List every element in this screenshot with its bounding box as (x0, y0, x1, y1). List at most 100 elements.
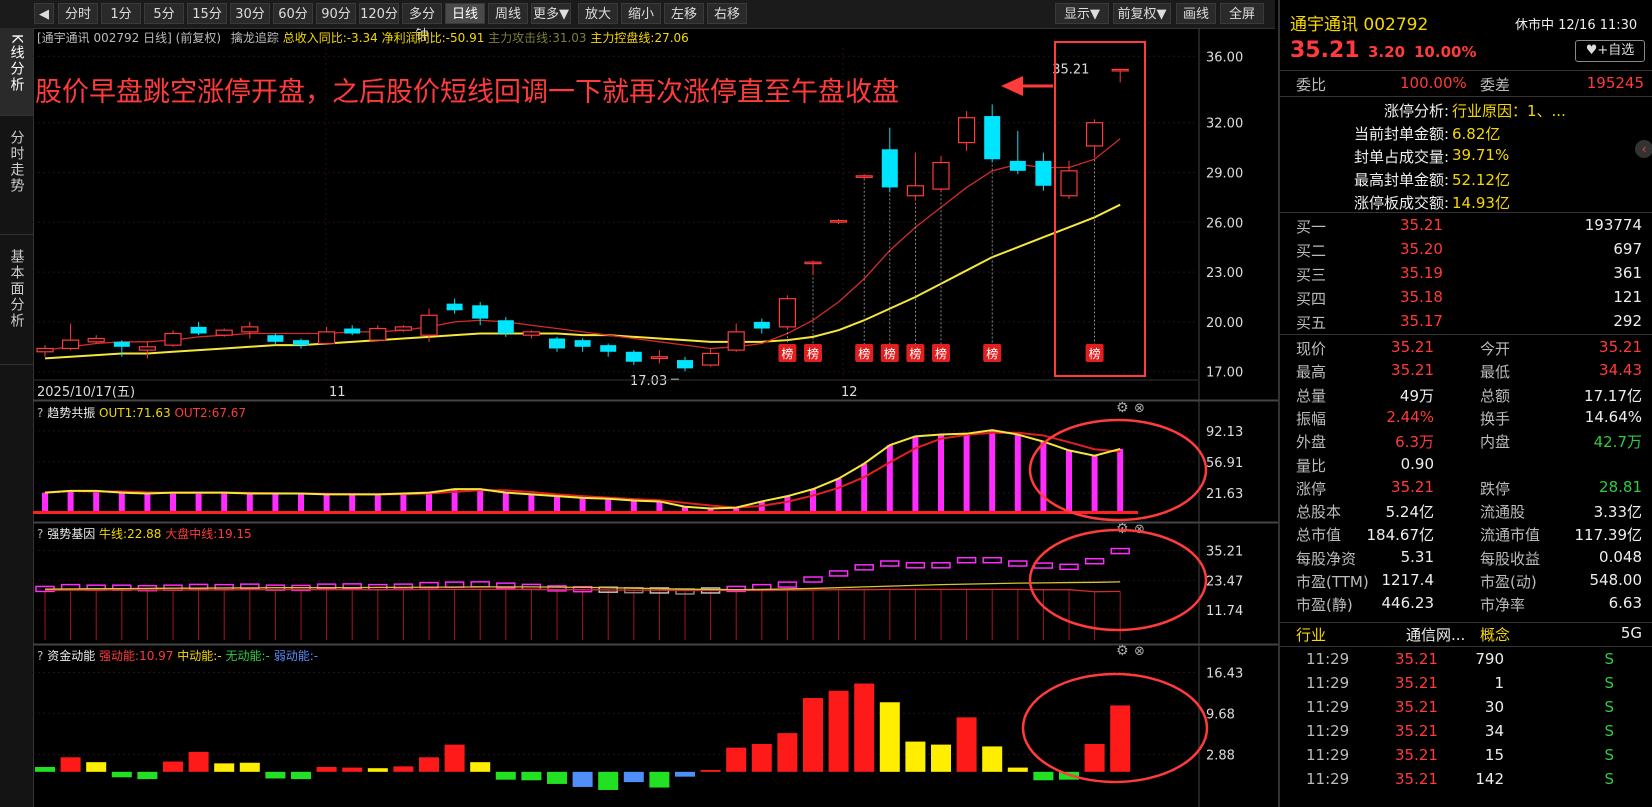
chart-action-1[interactable]: 缩小 (621, 3, 661, 24)
limit-value[interactable]: 行业原因：1、... (1452, 100, 1566, 121)
rank-tag-label: 榜 (884, 346, 896, 361)
momentum-bar (419, 757, 439, 772)
momentum-bar (751, 744, 772, 772)
quote-v1: 35.21 (1391, 477, 1434, 496)
tick-t: 11:29 (1306, 746, 1350, 764)
period-tab-1[interactable]: 1分 (101, 3, 141, 24)
quote-k2: 市净率 (1480, 596, 1526, 615)
momentum-bar (495, 771, 516, 780)
candle-body (881, 149, 898, 188)
trend-bar (323, 494, 330, 512)
tick-row: 11:29 35.21 142 S (1280, 768, 1652, 792)
period-tab-0[interactable]: 分时 (58, 3, 98, 24)
tab-fundamental-analysis[interactable]: 基本面分析 (0, 235, 33, 365)
momentum-bar (367, 768, 388, 772)
quote-k2: 每股收益 (1480, 549, 1541, 568)
chart-action-0[interactable]: 放大 (578, 3, 618, 24)
quote-k1: 量比 (1296, 456, 1327, 475)
trend-bar (502, 492, 509, 512)
chart-action-3[interactable]: 右移 (707, 3, 747, 24)
gene-box (470, 581, 490, 588)
quote-k2: 跌停 (1480, 479, 1511, 498)
candle-body (267, 335, 284, 342)
yaxis-tick-label: 2.88 (1206, 748, 1235, 763)
tab-intraday-trend[interactable]: 分时走势 (0, 116, 33, 235)
close-icon: ⊗ (1134, 522, 1145, 537)
period-tab-6[interactable]: 90分 (316, 3, 356, 24)
annotation-arrowhead (1001, 76, 1023, 96)
gene-box (1110, 547, 1130, 555)
back-icon[interactable]: ◀ (34, 3, 54, 24)
period-tab-2[interactable]: 5分 (144, 3, 184, 24)
tick-s: S (1604, 722, 1614, 740)
period-tab-8[interactable]: 多分钟 (402, 3, 442, 43)
period-tab-10[interactable]: 周线 (488, 3, 528, 24)
toolbar-right-button-0[interactable]: 显示▼ (1055, 3, 1109, 24)
period-tab-9[interactable]: 日线 (445, 3, 485, 24)
period-tab-7[interactable]: 120分 (359, 3, 399, 24)
chart-action-2[interactable]: 左移 (664, 3, 704, 24)
toolbar-right-button-3[interactable]: 全屏 (1220, 3, 1264, 24)
candle-body (855, 175, 873, 178)
bid-label: 买二 (1296, 242, 1327, 260)
yaxis-tick-label: 56.91 (1206, 456, 1243, 471)
help-icon[interactable]: ? (37, 649, 43, 663)
weicha-label: 委差 (1480, 76, 1511, 94)
quote-row: 量比 0.90 (1280, 453, 1652, 477)
concept-link[interactable]: 5G (1621, 624, 1642, 642)
help-icon[interactable]: ? (37, 527, 43, 541)
gene-box (86, 584, 106, 591)
gene-box (316, 583, 337, 590)
yaxis-tick-label: 11.74 (1206, 604, 1243, 619)
candle-body (293, 340, 309, 346)
tab-kline-analysis[interactable]: K线分析 (0, 28, 33, 116)
ind3-strong: 强动能:10.97 (99, 649, 174, 663)
bid-row: 买三 35.19 361 (1280, 262, 1652, 286)
candle-body (87, 337, 105, 343)
rank-tag-label: 榜 (909, 346, 921, 361)
candle-body (1009, 160, 1026, 171)
collapse-arrow-icon[interactable]: ‹ (1635, 140, 1652, 158)
candle-body (344, 328, 361, 334)
bid-vol: 121 (1613, 288, 1642, 306)
period-tab-4[interactable]: 30分 (230, 3, 270, 24)
gear-icon: ⚙ (1116, 643, 1129, 659)
toolbar-right-button-2[interactable]: 画线 (1176, 3, 1216, 24)
tick-row: 11:29 35.21 15 S (1280, 744, 1652, 768)
add-watchlist-button[interactable]: ♥+自选 (1575, 40, 1645, 62)
limit-row: 当前封单金额: 6.82亿 (1280, 121, 1652, 145)
candle-body (420, 314, 438, 336)
limit-row: 涨停板成交额: 14.93亿 (1280, 190, 1652, 214)
trend-bar (579, 497, 586, 512)
candle-body (984, 116, 1001, 160)
momentum-bar (726, 747, 747, 772)
industry-link[interactable]: 通信网... (1406, 624, 1465, 645)
quote-v1: 1217.4 (1381, 571, 1435, 589)
help-icon[interactable]: ? (37, 406, 43, 420)
yaxis-tick-label: 17.00 (1206, 366, 1243, 381)
quote-k2: 流通市值 (1480, 526, 1541, 545)
weibi-value: 100.00% (1400, 74, 1467, 92)
weicha-value: 195245 (1586, 74, 1644, 92)
trend-bar (1014, 434, 1021, 512)
gene-box (393, 583, 414, 590)
period-tab-3[interactable]: 15分 (187, 3, 227, 24)
price-change: 3.20 (1368, 43, 1406, 61)
yaxis-tick-label: 16.43 (1206, 666, 1243, 681)
chart-toolbar: ◀ 分时 1分 5分 15分 30分 60分 90分 120分 多分钟 日线 周线 更多▼ 放大 缩小左… (0, 0, 1275, 43)
period-tab-5[interactable]: 60分 (273, 3, 313, 24)
tick-t: 11:29 (1306, 722, 1350, 740)
tick-v: 790 (1475, 650, 1504, 668)
market-status: 休市中 12/16 11:30 (1515, 18, 1638, 33)
quote-k1: 总市值 (1296, 526, 1342, 545)
toolbar-right-button-1[interactable]: 前复权▼ (1113, 3, 1171, 24)
tick-s: S (1604, 674, 1614, 692)
candle-body (753, 321, 770, 329)
limit-key: 当前封单金额: (1353, 125, 1449, 143)
quote-k1: 外盘 (1296, 433, 1327, 452)
momentum-bar (239, 762, 260, 772)
trend-bar (630, 500, 637, 512)
tick-s: S (1604, 770, 1614, 788)
period-tab-11[interactable]: 更多▼ (531, 3, 571, 24)
last-price: 35.21 (1290, 38, 1360, 63)
